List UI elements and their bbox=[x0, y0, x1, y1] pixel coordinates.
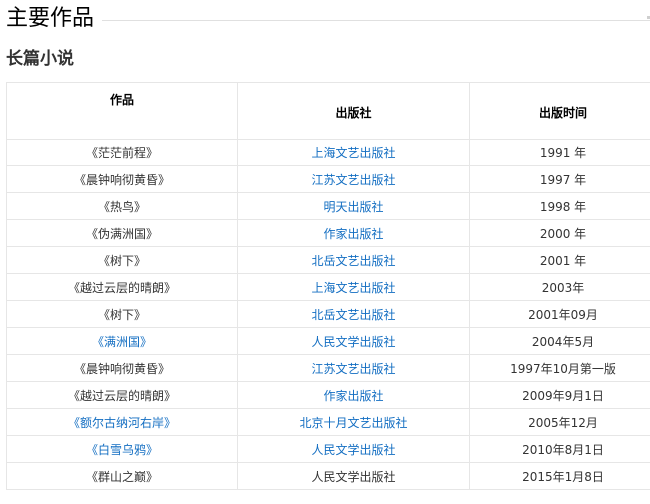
table-row: 《树下》 北岳文艺出版社 2001 年 bbox=[6, 246, 650, 274]
work-title-link[interactable]: 《额尔古纳河右岸》 bbox=[6, 408, 238, 436]
section-title: 主要作品 bbox=[6, 4, 103, 34]
table-row: 《树下》 北岳文艺出版社 2001年09月 bbox=[6, 300, 650, 328]
publish-date: 1997 年 bbox=[469, 165, 650, 193]
publisher-link[interactable]: 上海文艺出版社 bbox=[237, 273, 470, 301]
publisher-name: 人民文学出版社 bbox=[237, 462, 470, 490]
publish-date: 2010年8月1日 bbox=[469, 435, 650, 463]
work-title: 《群山之巅》 bbox=[6, 462, 238, 490]
publish-date: 2009年9月1日 bbox=[469, 381, 650, 409]
work-title: 《晨钟响彻黄昏》 bbox=[6, 354, 238, 382]
publish-date: 2005年12月 bbox=[469, 408, 650, 436]
publisher-link[interactable]: 北京十月文艺出版社 bbox=[237, 408, 470, 436]
table-row: 《白雪乌鸦》 人民文学出版社 2010年8月1日 bbox=[6, 435, 650, 463]
header-date: 出版时间 bbox=[469, 82, 650, 140]
header-publisher: 出版社 bbox=[237, 82, 470, 140]
work-title: 《晨钟响彻黄昏》 bbox=[6, 165, 238, 193]
title-divider bbox=[6, 20, 650, 21]
header-work: 作品 bbox=[6, 82, 238, 140]
table-row: 《茫茫前程》 上海文艺出版社 1991 年 bbox=[6, 139, 650, 166]
table-row: 《额尔古纳河右岸》 北京十月文艺出版社 2005年12月 bbox=[6, 408, 650, 436]
publish-date: 2004年5月 bbox=[469, 327, 650, 355]
table-body: 《茫茫前程》 上海文艺出版社 1991 年《晨钟响彻黄昏》 江苏文艺出版社 1997 年… bbox=[6, 139, 650, 490]
section-header: 主要作品 bbox=[6, 4, 650, 34]
work-title: 《伪满洲国》 bbox=[6, 219, 238, 247]
work-title: 《茫茫前程》 bbox=[6, 139, 238, 166]
work-title-link[interactable]: 《白雪乌鸦》 bbox=[6, 435, 238, 463]
publisher-link[interactable]: 北岳文艺出版社 bbox=[237, 246, 470, 274]
publish-date: 2003年 bbox=[469, 273, 650, 301]
work-title: 《越过云层的晴朗》 bbox=[6, 381, 238, 409]
publish-date: 2001年09月 bbox=[469, 300, 650, 328]
table-row: 《群山之巅》 人民文学出版社 2015年1月8日 bbox=[6, 462, 650, 490]
subsection-title: 长篇小说 bbox=[6, 49, 74, 69]
publisher-link[interactable]: 北岳文艺出版社 bbox=[237, 300, 470, 328]
table-header: 作品 出版社 出版时间 bbox=[6, 82, 650, 140]
work-title: 《树下》 bbox=[6, 246, 238, 274]
work-title: 《树下》 bbox=[6, 300, 238, 328]
table-row: 《满洲国》 人民文学出版社 2004年5月 bbox=[6, 327, 650, 355]
publish-date: 1991 年 bbox=[469, 139, 650, 166]
publish-date: 1997年10月第一版 bbox=[469, 354, 650, 382]
publisher-link[interactable]: 明天出版社 bbox=[237, 192, 470, 220]
table-row: 《晨钟响彻黄昏》 江苏文艺出版社 1997年10月第一版 bbox=[6, 354, 650, 382]
publish-date: 2001 年 bbox=[469, 246, 650, 274]
works-table: 作品 出版社 出版时间 《茫茫前程》 上海文艺出版社 1991 年《晨钟响彻黄昏》江… bbox=[6, 82, 650, 490]
publish-date: 2000 年 bbox=[469, 219, 650, 247]
publish-date: 2015年1月8日 bbox=[469, 462, 650, 490]
publisher-link[interactable]: 人民文学出版社 bbox=[237, 435, 470, 463]
publisher-link[interactable]: 江苏文艺出版社 bbox=[237, 354, 470, 382]
table-row: 《热鸟》 明天出版社 1998 年 bbox=[6, 192, 650, 220]
header-row: 作品 出版社 出版时间 bbox=[6, 82, 650, 140]
publisher-link[interactable]: 江苏文艺出版社 bbox=[237, 165, 470, 193]
work-title: 《热鸟》 bbox=[6, 192, 238, 220]
table-row: 《越过云层的晴朗》 作家出版社 2009年9月1日 bbox=[6, 381, 650, 409]
publisher-link[interactable]: 作家出版社 bbox=[237, 381, 470, 409]
work-title: 《越过云层的晴朗》 bbox=[6, 273, 238, 301]
publish-date: 1998 年 bbox=[469, 192, 650, 220]
publisher-link[interactable]: 作家出版社 bbox=[237, 219, 470, 247]
table-row: 《晨钟响彻黄昏》 江苏文艺出版社 1997 年 bbox=[6, 165, 650, 193]
work-title-link[interactable]: 《满洲国》 bbox=[6, 327, 238, 355]
publisher-link[interactable]: 人民文学出版社 bbox=[237, 327, 470, 355]
table-row: 《越过云层的晴朗》 上海文艺出版社 2003年 bbox=[6, 273, 650, 301]
publisher-link[interactable]: 上海文艺出版社 bbox=[237, 139, 470, 166]
table-row: 《伪满洲国》 作家出版社 2000 年 bbox=[6, 219, 650, 247]
